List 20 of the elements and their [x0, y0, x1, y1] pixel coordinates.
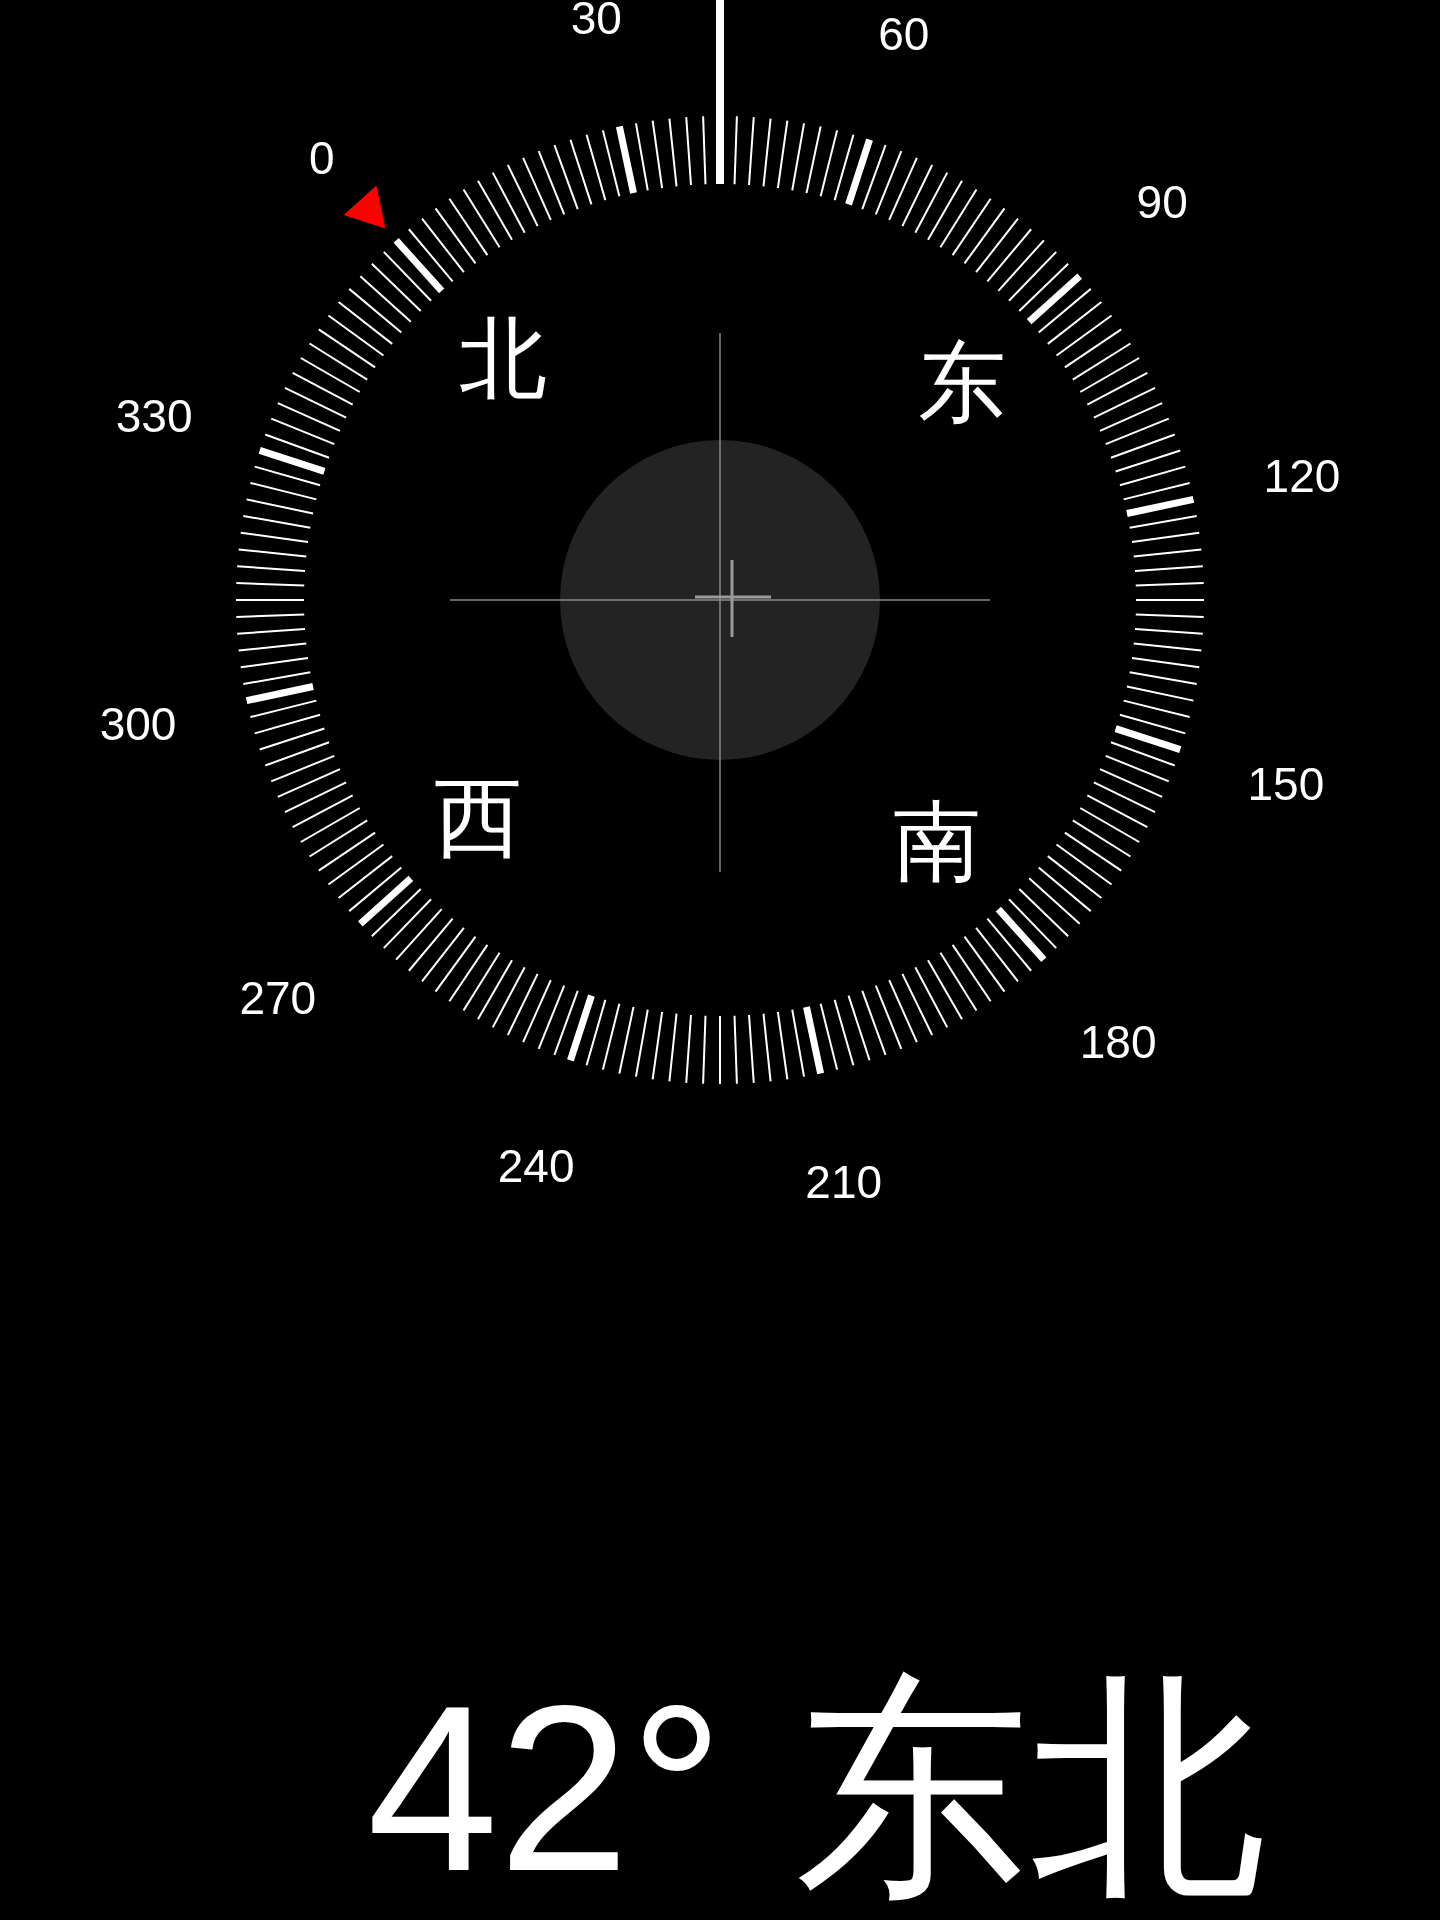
cardinal-label: 北 — [458, 307, 547, 410]
north-marker-icon — [343, 185, 386, 229]
degree-label: 60 — [878, 8, 930, 61]
cardinal-label: 西 — [434, 765, 523, 869]
degree-label: 120 — [1263, 450, 1341, 503]
heading-degrees: 42° — [367, 1670, 724, 1906]
cardinal-label: 东 — [917, 331, 1006, 435]
degree-label: 240 — [497, 1139, 575, 1192]
degree-label: 180 — [1079, 1016, 1157, 1069]
degree-label: 330 — [115, 390, 193, 443]
degree-label: 210 — [805, 1156, 883, 1200]
degree-label: 300 — [99, 697, 177, 750]
degree-label: 270 — [239, 972, 317, 1025]
degree-label: 30 — [570, 0, 622, 44]
heading-direction: 东北 — [793, 1670, 1266, 1906]
level-cross-icon — [695, 560, 771, 637]
cardinal-label: 南 — [893, 790, 982, 893]
degree-label: 90 — [1136, 175, 1188, 228]
degree-label: 0 — [309, 131, 335, 184]
degree-label: 150 — [1247, 757, 1325, 810]
